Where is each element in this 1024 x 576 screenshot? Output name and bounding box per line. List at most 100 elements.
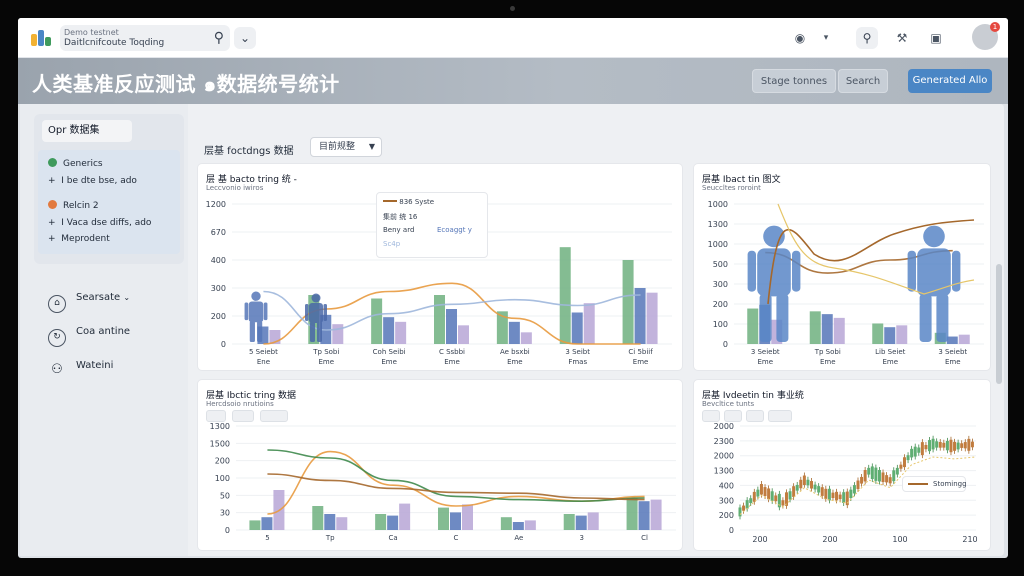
chevron-down-icon[interactable]: ⌄ [234, 27, 256, 49]
x-tick-label: 3 Seibt [565, 348, 590, 356]
y-tick-label: 2000 [714, 452, 734, 461]
bar [626, 498, 638, 530]
scrollbar[interactable] [996, 264, 1002, 384]
filter-select[interactable]: 目前规整 ▼ [310, 137, 382, 157]
sidebar-nav: ⌂ Searsate ⌄ ↻ Coa antine ⚇ Wateini [34, 290, 184, 390]
candle-body [817, 486, 821, 493]
candle-body [906, 455, 910, 461]
address-line-2: Daitlcnifcoute Toqding [64, 38, 165, 48]
legend-item: 836 Syste [383, 198, 434, 206]
bar [371, 298, 383, 344]
chart-2-svg: 0 100 200 300 500 1000 1300 1000 3 Seiebt Eme Tp S… [708, 200, 984, 366]
figure-part [747, 250, 756, 292]
sidebar-item-label: Coa antine [76, 326, 131, 337]
candle-body [870, 466, 874, 480]
candle-body [938, 441, 942, 448]
package-icon[interactable]: ▣ [926, 28, 946, 48]
legend-label: Stomingg [933, 480, 967, 488]
candle-body [820, 487, 824, 496]
chevron-down-icon: ⌄ [123, 293, 131, 302]
bar [446, 309, 457, 344]
bar [434, 295, 445, 344]
candle-body [810, 481, 814, 489]
screen: Demo testnet Daitlcnifcoute Toqding ⚲ ⌄ … [18, 18, 1008, 558]
chart-panel-1: 层 基 bacto tring 统 - Leccvonio iwiros 0 20… [198, 164, 682, 370]
x-tick-label: Tp [325, 534, 335, 542]
bar [508, 321, 520, 344]
y-tick-label: 400 [719, 481, 734, 490]
x-tick-label: C Ssbbi [439, 348, 465, 356]
users-icon: ⚇ [51, 362, 63, 377]
x-tick-label: 100 [892, 535, 907, 544]
address-bar[interactable]: Demo testnet Daitlcnifcoute Toqding ⚲ [60, 25, 230, 51]
y-tick-label: 1300 [714, 467, 734, 476]
search-button[interactable]: Search [838, 69, 888, 93]
bar [747, 308, 759, 344]
candle-body [742, 505, 746, 511]
chart-legend: 836 Syste 集前 统 16 Beny ard Ecoaggt y Sc4… [376, 192, 488, 258]
sidebar-item-wateini[interactable]: ⚇ Wateini [48, 360, 113, 380]
sidebar-item-label: Searsate [76, 292, 121, 303]
figure-part [936, 294, 949, 342]
chevron-down-icon: ▼ [368, 142, 375, 151]
x-tick-label: Ae bsxbi [500, 348, 530, 356]
search-icon[interactable]: ⚲ [214, 30, 224, 46]
x-tick-label: Eme [319, 358, 335, 366]
bar [520, 332, 532, 344]
bar [332, 324, 344, 344]
tools-icon[interactable]: ⚒ [892, 28, 912, 48]
bar [249, 520, 261, 530]
candle-body [953, 441, 957, 451]
x-tick-label: Eme [757, 358, 773, 366]
dataset-item-generics[interactable]: Generics [48, 158, 103, 169]
green-dot-icon [48, 158, 57, 167]
bar [946, 336, 958, 344]
page-header: 人类基准反应测试 ๑数据统号统计 Stage tonnes Search Gen… [18, 58, 1008, 104]
sidebar-item-coa-antine[interactable]: ↻ Coa antine [48, 326, 130, 347]
dataset-item-relcin[interactable]: Relcin 2 [48, 200, 99, 211]
legend-item: Sc4p [383, 240, 400, 248]
search-button-icon[interactable]: ⚲ [856, 27, 878, 49]
candle-body [770, 491, 774, 501]
status-icon[interactable]: ◉ [790, 28, 810, 48]
bar [438, 507, 449, 530]
y-tick-label: 0 [221, 340, 226, 349]
figure-part [305, 304, 309, 321]
sidebar-item-searsate[interactable]: ⌂ Searsate ⌄ [48, 292, 130, 313]
figure-part [257, 321, 263, 342]
x-tick-label: Cl [641, 534, 648, 542]
bar [312, 506, 324, 530]
candle-body [963, 442, 967, 449]
legend-label: Sc4p [383, 240, 401, 248]
candle-body [827, 488, 831, 501]
home-icon: ⌂ [48, 295, 66, 313]
candle-body [945, 440, 949, 451]
y-tick-label: 400 [211, 256, 226, 265]
candle-body [792, 486, 796, 497]
bar [450, 512, 461, 530]
x-tick-label: 210 [962, 535, 977, 544]
y-tick-label: 200 [215, 457, 230, 466]
stage-button[interactable]: Stage tonnes [752, 69, 836, 93]
avatar[interactable]: 1 [972, 22, 1000, 50]
bar [375, 514, 387, 530]
generate-button[interactable]: Generated Allo [908, 69, 992, 93]
chevron-down-icon[interactable]: ▾ [816, 28, 836, 48]
bar [872, 323, 884, 344]
candle-body [910, 448, 914, 458]
candle-body [806, 479, 810, 486]
dataset-card: Opr 数据集 Generics + I be dte bse, ado Rel… [34, 114, 184, 264]
bar [896, 325, 908, 344]
dataset-subitem[interactable]: + I be dte bse, ado [48, 176, 137, 186]
y-tick-label: 1200 [206, 200, 226, 209]
x-tick-label: 3 Seiebt [751, 348, 780, 356]
legend-item: 集前 统 16 [383, 212, 417, 222]
y-tick-label: 2300 [714, 437, 734, 446]
x-tick-label: 3 Seiebt [938, 348, 967, 356]
dataset-subitem[interactable]: + I Vaca dse diffs, ado [48, 218, 151, 228]
y-tick-label: 200 [719, 511, 734, 520]
candle-body [960, 443, 964, 448]
dataset-subitem[interactable]: + Meprodent [48, 234, 110, 244]
bar [587, 512, 599, 530]
candle-body [749, 498, 753, 504]
